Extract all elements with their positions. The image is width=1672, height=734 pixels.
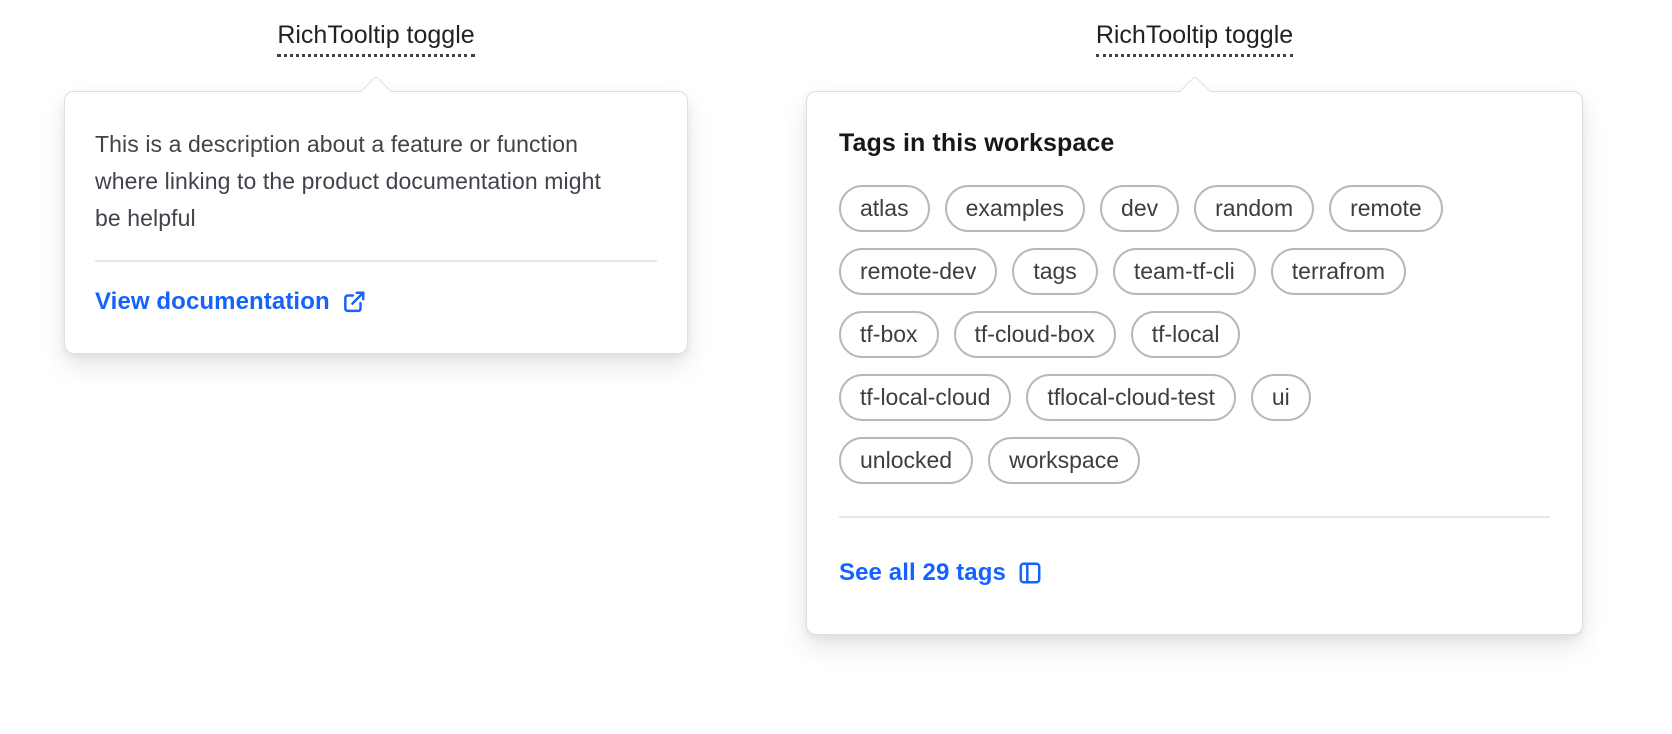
tooltip-card-right: Tags in this workspace atlas examples dev r… <box>806 75 1583 635</box>
sidebar-icon <box>1017 560 1043 586</box>
see-all-tags-link[interactable]: See all 29 tags <box>839 558 1043 588</box>
external-link-icon <box>341 289 367 315</box>
richtooltip-toggle-left[interactable]: RichTooltip toggle <box>277 20 475 57</box>
tooltip-card-left-content: This is a description about a feature or… <box>65 92 687 353</box>
tags-heading: Tags in this workspace <box>839 129 1115 157</box>
tag-pill: terrafrom <box>1270 248 1407 295</box>
tag-pill: dev <box>1100 185 1180 232</box>
rich-tooltip-demo-left: RichTooltip toggle This is a description… <box>64 20 688 354</box>
tag-pill: tf-cloud-box <box>953 311 1116 358</box>
richtooltip-toggle-right[interactable]: RichTooltip toggle <box>1095 20 1294 57</box>
divider <box>95 260 657 262</box>
tag-row: tf-box tf-cloud-box tf-local <box>839 311 1241 358</box>
tag-row: unlocked workspace <box>839 437 1141 484</box>
tag-pill: examples <box>944 185 1086 232</box>
tag-pill: remote <box>1329 185 1443 232</box>
tag-row: tf-local-cloud tflocal-cloud-test ui <box>839 374 1311 421</box>
tooltip-card-left: This is a description about a feature or… <box>64 75 688 354</box>
tag-pill: random <box>1194 185 1315 232</box>
tooltip-card-right-content: Tags in this workspace atlas examples dev r… <box>807 92 1582 634</box>
tag-row: remote-dev tags team-tf-cli terrafrom <box>839 248 1407 295</box>
see-all-tags-label: See all 29 tags <box>839 559 1006 586</box>
tag-pill: tflocal-cloud-test <box>1026 374 1236 421</box>
tag-pill: atlas <box>839 185 930 232</box>
tag-pill: workspace <box>988 437 1141 484</box>
tag-pill: remote-dev <box>839 248 998 295</box>
rich-tooltip-demo-right: RichTooltip toggle Tags in this workspac… <box>806 20 1583 635</box>
tag-pill: tf-local-cloud <box>839 374 1012 421</box>
tag-pill: ui <box>1250 374 1311 421</box>
tag-row: atlas examples dev random remote <box>839 185 1443 232</box>
tag-pill: team-tf-cli <box>1112 248 1256 295</box>
tag-pill: unlocked <box>839 437 974 484</box>
tooltip-description: This is a description about a feature or… <box>95 131 601 231</box>
view-documentation-label: View documentation <box>95 288 330 315</box>
tag-pill: tf-box <box>839 311 939 358</box>
tag-pill: tags <box>1012 248 1098 295</box>
view-documentation-link[interactable]: View documentation <box>95 287 367 317</box>
tag-list: atlas examples dev random remote remote-dev ta… <box>839 185 1550 484</box>
tag-pill: tf-local <box>1130 311 1241 358</box>
canvas: RichTooltip toggle This is a description… <box>0 0 1672 734</box>
divider <box>839 516 1550 518</box>
